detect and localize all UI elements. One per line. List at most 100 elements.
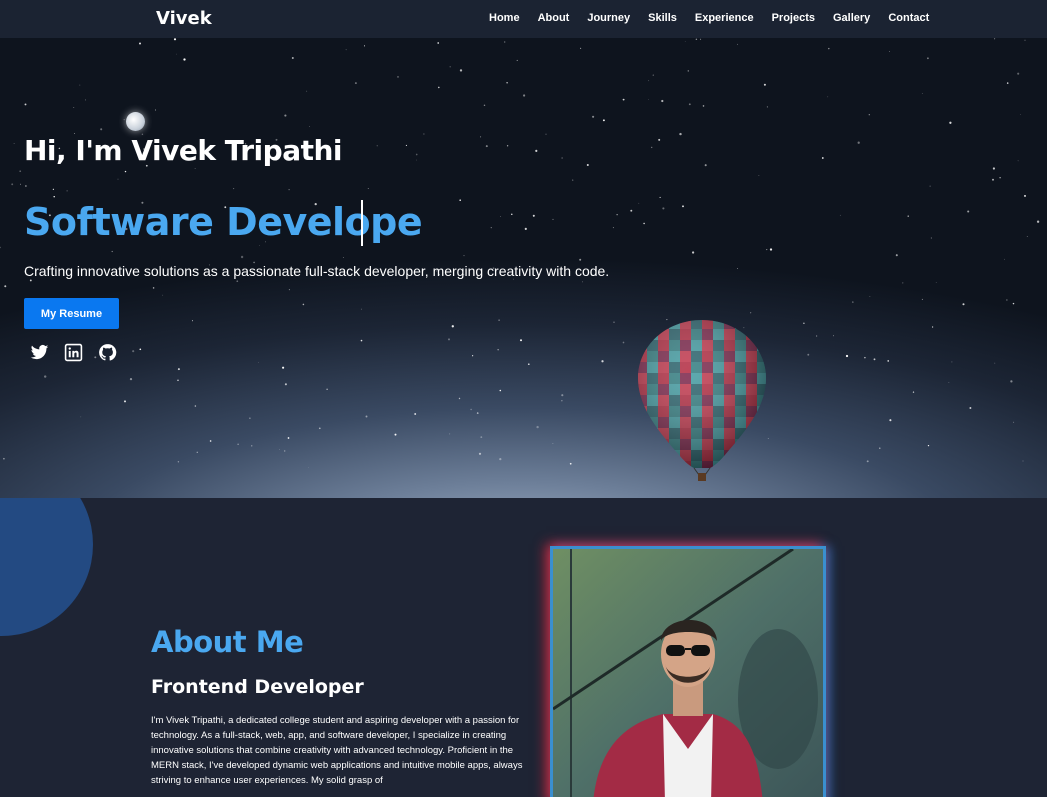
star — [480, 436, 483, 438]
balloon-panel — [757, 329, 766, 340]
star — [288, 289, 290, 291]
star — [702, 105, 705, 107]
star — [449, 433, 451, 435]
star — [367, 188, 369, 189]
star — [999, 177, 1001, 179]
star — [552, 218, 554, 220]
star — [992, 178, 994, 181]
star — [545, 133, 547, 135]
balloon-panel — [638, 428, 647, 439]
balloon-panel — [658, 320, 669, 329]
star — [397, 76, 399, 78]
star — [4, 285, 7, 288]
star — [643, 222, 645, 225]
star — [25, 185, 27, 187]
star — [483, 104, 486, 107]
star — [80, 416, 82, 418]
star — [449, 66, 451, 68]
nav-link-skills[interactable]: Skills — [648, 12, 677, 24]
star — [306, 90, 308, 92]
star — [700, 38, 702, 40]
star — [29, 279, 32, 282]
balloon-panel — [735, 461, 746, 468]
star — [416, 159, 417, 161]
balloon-panel — [746, 439, 757, 450]
star — [278, 448, 280, 450]
star — [579, 258, 582, 261]
star — [132, 350, 135, 353]
star — [962, 303, 965, 306]
star — [480, 136, 482, 138]
star — [1012, 302, 1015, 305]
star — [873, 358, 876, 361]
star — [852, 301, 854, 303]
balloon-panel — [647, 461, 658, 468]
star — [921, 93, 923, 94]
star — [20, 183, 21, 185]
star — [183, 58, 186, 61]
nav-link-journey[interactable]: Journey — [587, 12, 630, 24]
star — [766, 106, 768, 108]
star — [162, 294, 164, 296]
star — [459, 69, 463, 72]
star — [360, 339, 363, 342]
star — [857, 141, 860, 144]
profile-photo-frame — [550, 546, 826, 797]
star — [931, 326, 934, 328]
balloon-panel — [746, 450, 757, 461]
star — [766, 249, 768, 251]
nav-link-projects[interactable]: Projects — [772, 12, 815, 24]
balloon-panel — [724, 472, 735, 483]
typing-caret — [361, 200, 363, 246]
star — [258, 362, 259, 363]
star — [251, 445, 253, 447]
star — [1024, 194, 1026, 197]
about-subheading: Frontend Developer — [151, 676, 364, 698]
star — [360, 308, 362, 310]
star — [967, 210, 970, 213]
star — [648, 98, 649, 100]
star — [448, 338, 450, 341]
star — [302, 303, 305, 306]
star — [287, 437, 290, 439]
twitter-icon[interactable] — [30, 343, 49, 362]
star — [24, 103, 27, 106]
star — [519, 339, 523, 342]
nav-link-home[interactable]: Home — [489, 12, 520, 24]
nav-link-contact[interactable]: Contact — [888, 12, 929, 24]
brand-logo[interactable]: Vivek — [156, 8, 212, 29]
star — [828, 47, 830, 50]
star — [688, 103, 691, 106]
star — [927, 444, 930, 447]
star — [602, 119, 605, 122]
balloon-panel — [746, 428, 757, 439]
star — [524, 227, 527, 230]
star — [601, 360, 604, 363]
star — [691, 251, 695, 254]
star — [458, 397, 461, 400]
nav-link-gallery[interactable]: Gallery — [833, 12, 870, 24]
star — [845, 354, 849, 358]
star — [887, 360, 890, 362]
moon-image — [126, 112, 145, 131]
resume-button[interactable]: My Resume — [24, 298, 119, 329]
nav-link-about[interactable]: About — [538, 12, 570, 24]
star — [1004, 258, 1005, 260]
star — [612, 227, 614, 229]
star — [927, 57, 929, 60]
star — [821, 157, 824, 159]
star — [1010, 380, 1013, 383]
star — [154, 109, 157, 111]
github-icon[interactable] — [98, 343, 117, 362]
hero-tagline: Crafting innovative solutions as a passi… — [24, 263, 610, 279]
star — [1019, 113, 1021, 115]
linkedin-icon[interactable] — [64, 343, 83, 362]
balloon-panel — [638, 450, 647, 461]
star — [807, 353, 810, 356]
nav-link-experience[interactable]: Experience — [695, 12, 754, 24]
star — [376, 145, 378, 147]
star — [994, 38, 996, 40]
star — [948, 381, 950, 383]
star — [53, 195, 55, 198]
star — [497, 349, 499, 351]
